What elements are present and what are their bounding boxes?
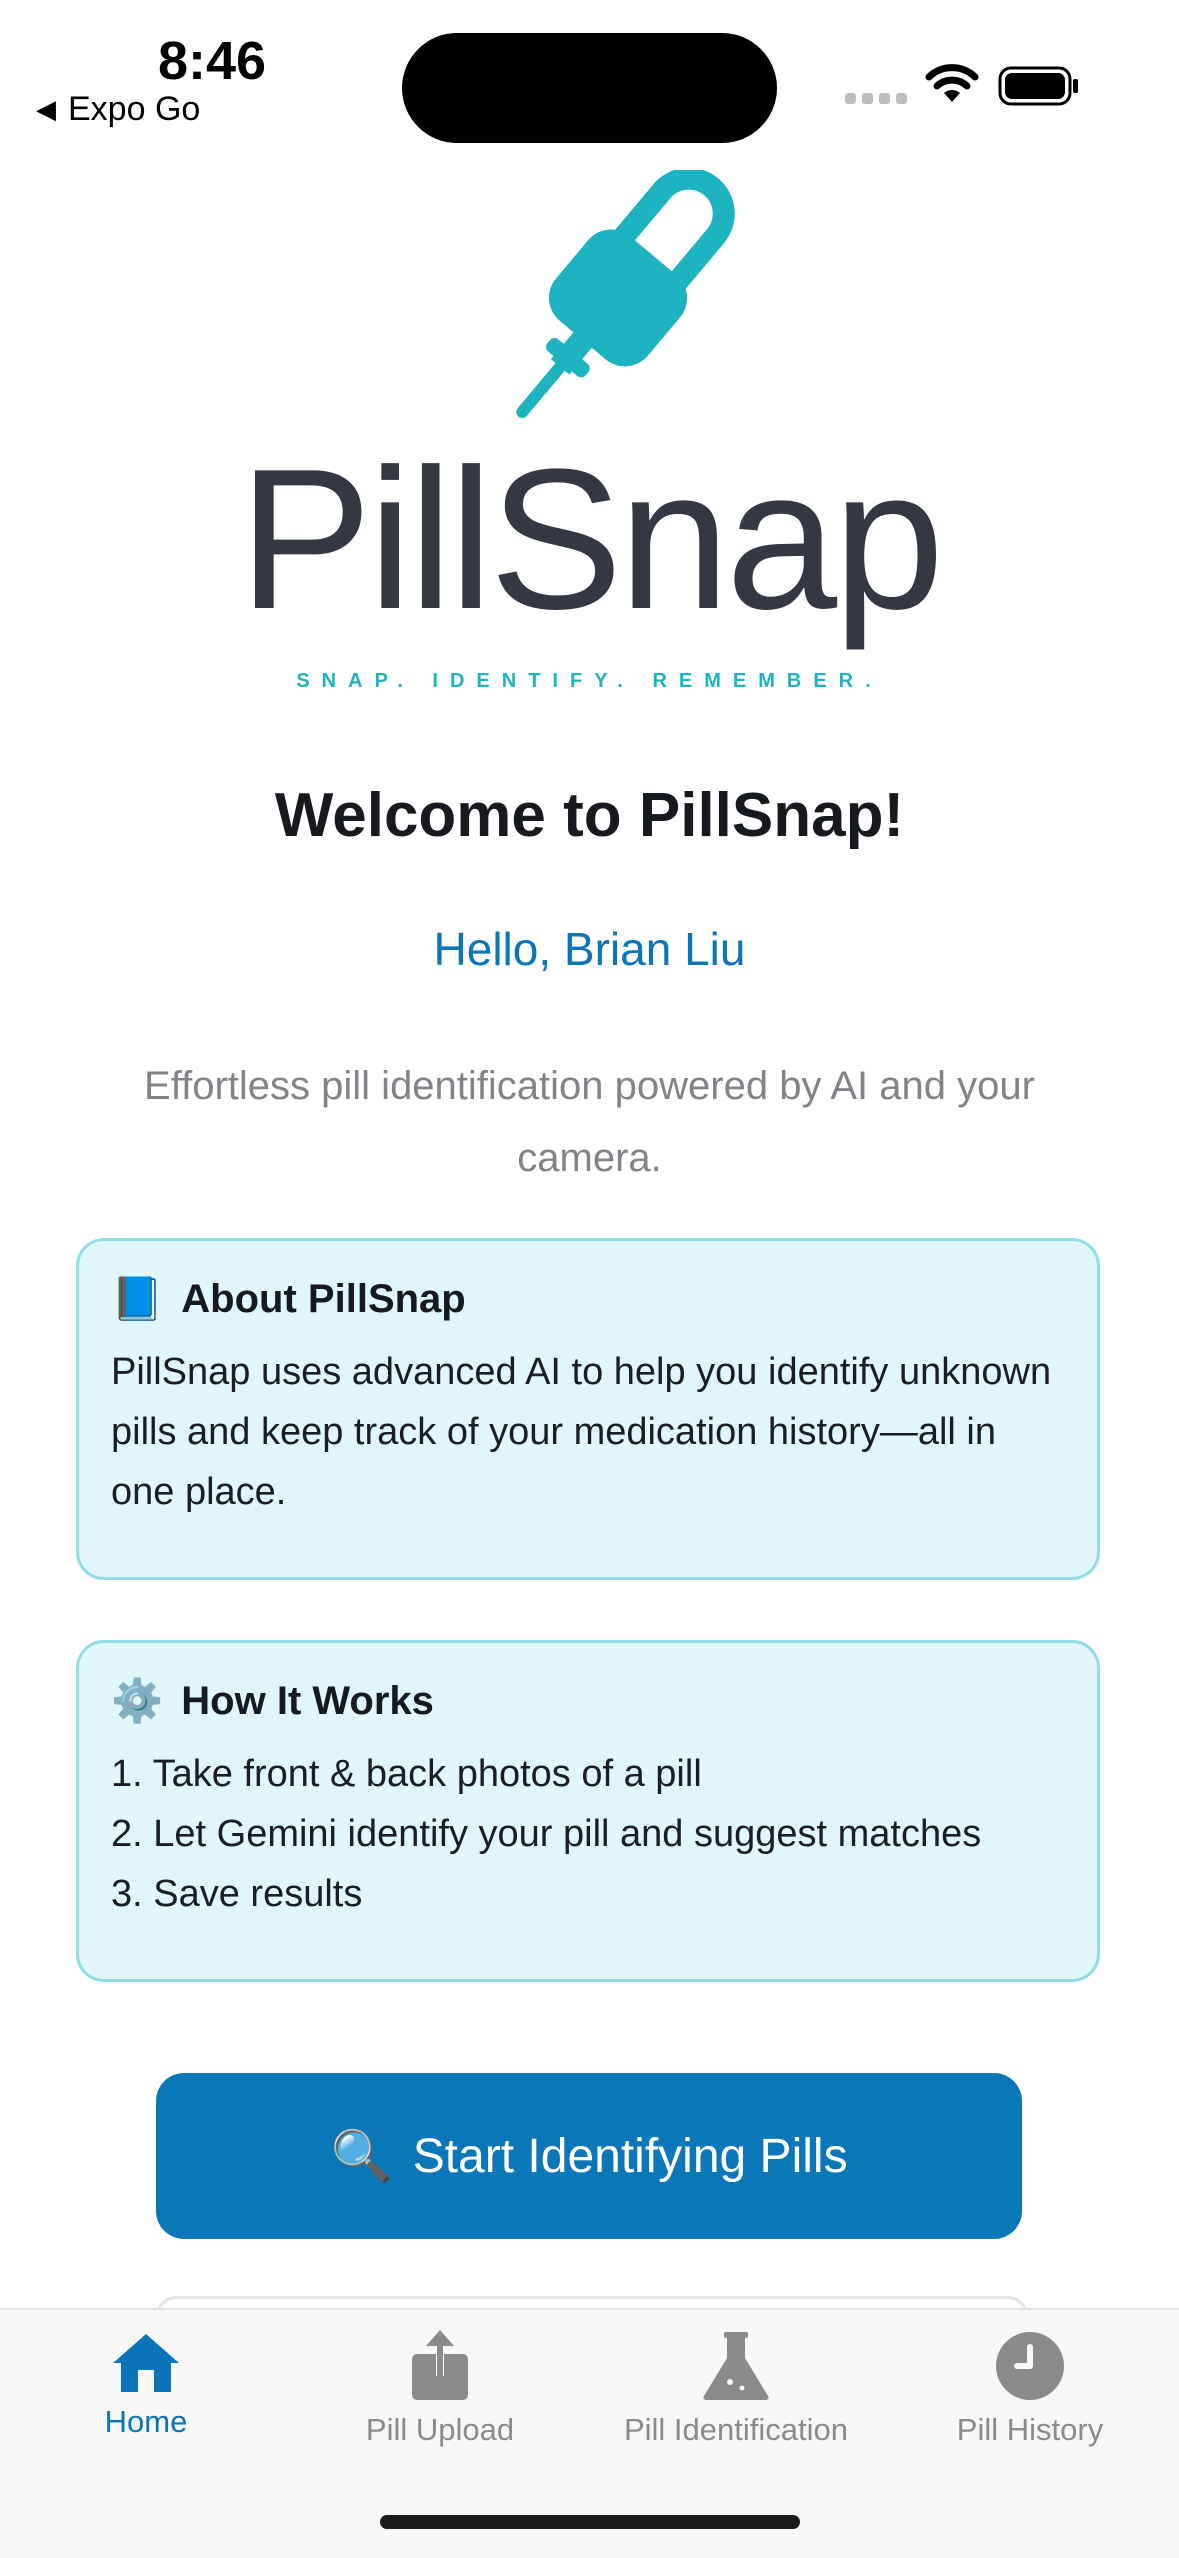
about-card: 📘 About PillSnap PillSnap uses advanced … bbox=[76, 1238, 1100, 1580]
tab-label: Home bbox=[104, 2404, 188, 2439]
tab-home[interactable]: Home bbox=[86, 2330, 206, 2440]
step-item: 1. Take front & back photos of a pill bbox=[111, 1753, 702, 1795]
clock-icon bbox=[996, 2332, 1064, 2400]
app-description: Effortless pill identification powered b… bbox=[144, 1064, 1035, 1180]
battery-icon bbox=[998, 66, 1078, 106]
start-identifying-label: Start Identifying Pills bbox=[412, 2129, 848, 2183]
start-identifying-button[interactable]: 🔍 Start Identifying Pills bbox=[156, 2073, 1022, 2239]
dynamic-island bbox=[402, 33, 777, 143]
about-card-body: PillSnap uses advanced AI to help you id… bbox=[111, 1351, 1052, 1513]
pill-dropper-logo-icon bbox=[516, 170, 735, 419]
back-app-label: Expo Go bbox=[68, 90, 201, 128]
magnifier-icon: 🔍 bbox=[330, 2127, 393, 2184]
home-indicator[interactable] bbox=[380, 2515, 800, 2529]
page-title: Welcome to PillSnap! bbox=[274, 781, 905, 850]
tab-pill-upload[interactable]: Pill Upload bbox=[340, 2330, 540, 2448]
wifi-icon bbox=[925, 64, 979, 102]
back-to-app-button[interactable]: ◀ Expo Go bbox=[36, 90, 200, 129]
status-time: 8:46 bbox=[158, 31, 267, 91]
tab-label: Pill History bbox=[956, 2412, 1104, 2447]
book-icon: 📘 bbox=[111, 1275, 164, 1322]
tab-label: Pill Upload bbox=[365, 2412, 515, 2447]
how-it-works-title: How It Works bbox=[181, 1679, 434, 1723]
tab-pill-history[interactable]: Pill History bbox=[940, 2330, 1120, 2448]
how-it-works-card: ⚙️ How It Works 1. Take front & back pho… bbox=[76, 1640, 1100, 1982]
how-it-works-steps: 1. Take front & back photos of a pill 2.… bbox=[111, 1744, 1065, 1924]
user-greeting: Hello, Brian Liu bbox=[433, 923, 746, 975]
flask-icon bbox=[703, 2332, 769, 2400]
about-card-title: About PillSnap bbox=[181, 1277, 466, 1321]
step-item: 2. Let Gemini identify your pill and sug… bbox=[111, 1813, 982, 1855]
step-item: 3. Save results bbox=[111, 1873, 363, 1915]
upload-icon bbox=[412, 2330, 468, 2400]
tab-pill-identification[interactable]: Pill Identification bbox=[596, 2330, 876, 2448]
cellular-signal-icon bbox=[845, 93, 907, 104]
back-triangle-icon: ◀ bbox=[36, 94, 56, 124]
home-icon bbox=[113, 2334, 179, 2392]
logo-tagline: SNAP. IDENTIFY. REMEMBER. bbox=[296, 670, 883, 692]
status-bar: 8:46 ◀ Expo Go bbox=[0, 0, 1179, 143]
gear-icon: ⚙️ bbox=[111, 1677, 164, 1724]
tab-label: Pill Identification bbox=[623, 2412, 848, 2447]
logo-wordmark: PillSnap bbox=[238, 428, 945, 651]
